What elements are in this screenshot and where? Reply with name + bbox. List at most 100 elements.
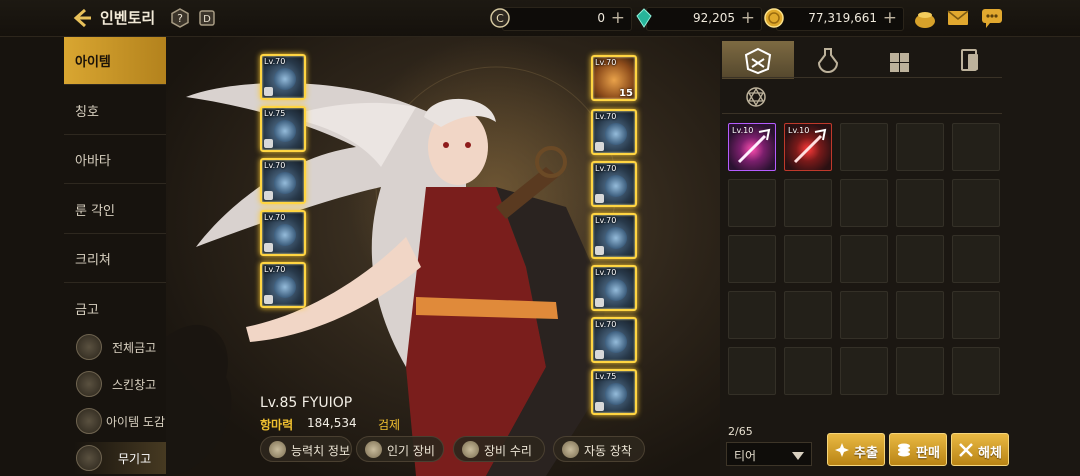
c-coin-icon: C <box>490 8 510 28</box>
button-label: 추출 <box>854 446 878 461</box>
empty-inventory-slot[interactable] <box>840 179 888 227</box>
button-label: 자동 장착 <box>584 444 632 458</box>
equip-level: Lv.70 <box>264 213 286 222</box>
equip-slot-right-2[interactable]: Lv.70 <box>591 109 637 155</box>
sidebar-item-avatar[interactable]: 아바타 <box>64 136 166 184</box>
gear-icon <box>605 383 627 405</box>
subitem-all-vault[interactable]: 전체금고 <box>76 334 176 364</box>
equip-slot-left-3[interactable]: Lv.70 <box>260 158 306 204</box>
sidebar-item-rune-engrave[interactable]: 룬 각인 <box>64 186 166 234</box>
equip-level: Lv.70 <box>595 112 617 121</box>
svg-text:?: ? <box>177 12 183 25</box>
equip-slot-right-4[interactable]: Lv.70 <box>591 213 637 259</box>
stats-info-button[interactable]: 능력치 정보 <box>260 436 352 462</box>
lock-icon <box>264 139 273 148</box>
item-level: Lv.10 <box>732 126 754 135</box>
tab-divider <box>722 77 1002 78</box>
empty-inventory-slot[interactable] <box>896 123 944 171</box>
equip-slot-weapon[interactable]: Lv.70 15 <box>591 55 637 101</box>
add-currency-gold-button[interactable]: + <box>883 8 897 28</box>
select-value: 티어 <box>734 449 757 463</box>
sidebar-item-label: 칭호 <box>75 105 99 120</box>
lock-icon <box>595 142 604 151</box>
empty-inventory-slot[interactable] <box>952 291 1000 339</box>
equip-slot-left-4[interactable]: Lv.70 <box>260 210 306 256</box>
tab-material[interactable] <box>862 41 934 79</box>
empty-inventory-slot[interactable] <box>784 235 832 283</box>
button-label: 장비 수리 <box>484 444 532 458</box>
auto-equip-button[interactable]: 자동 장착 <box>553 436 645 462</box>
inventory-item[interactable]: Lv.10 <box>728 123 776 171</box>
sidebar-item-label: 금고 <box>75 303 99 318</box>
tab-consumable[interactable] <box>792 41 864 79</box>
popular-gear-button[interactable]: 인기 장비 <box>356 436 444 462</box>
empty-inventory-slot[interactable] <box>840 347 888 395</box>
top-bar: 인벤토리 ? D C 0 + 92,205 + 77,319,661 + <box>0 0 1080 37</box>
sell-button[interactable]: 판매 <box>889 433 947 466</box>
equip-slot-right-5[interactable]: Lv.70 <box>591 265 637 311</box>
vault-icon <box>76 334 102 360</box>
empty-inventory-slot[interactable] <box>952 347 1000 395</box>
empty-inventory-slot[interactable] <box>896 291 944 339</box>
disassemble-icon <box>959 443 973 457</box>
tier-filter-select[interactable]: 티어 <box>726 442 812 466</box>
gold-pot-icon[interactable] <box>913 7 937 29</box>
empty-inventory-slot[interactable] <box>840 123 888 171</box>
sidebar-item-label: 크리쳐 <box>75 253 111 268</box>
subitem-armory[interactable]: 무기고 <box>76 445 176 475</box>
empty-inventory-slot[interactable] <box>784 179 832 227</box>
help-hex-icon[interactable]: ? <box>170 8 190 28</box>
equip-slot-right-7[interactable]: Lv.75 <box>591 369 637 415</box>
equip-level: Lv.75 <box>595 372 617 381</box>
character-class: 검제 <box>378 418 401 432</box>
equip-slot-right-6[interactable]: Lv.70 <box>591 317 637 363</box>
empty-inventory-slot[interactable] <box>784 347 832 395</box>
inventory-panel: Lv.10 Lv.10 2/65 티어 추출 판매 해체 <box>720 37 1080 476</box>
empty-inventory-slot[interactable] <box>952 179 1000 227</box>
gear-icon <box>274 68 296 90</box>
back-arrow-icon[interactable] <box>70 6 94 30</box>
character-name: Lv.85 FYUIOP <box>260 395 353 411</box>
empty-inventory-slot[interactable] <box>896 235 944 283</box>
empty-inventory-slot[interactable] <box>952 123 1000 171</box>
empty-inventory-slot[interactable] <box>952 235 1000 283</box>
mail-icon[interactable] <box>946 7 970 29</box>
tab-equipment[interactable] <box>722 41 794 79</box>
empty-inventory-slot[interactable] <box>896 179 944 227</box>
empty-inventory-slot[interactable] <box>728 179 776 227</box>
sidebar-item-vault[interactable]: 금고 <box>64 285 166 333</box>
chat-icon[interactable] <box>980 7 1004 29</box>
empty-inventory-slot[interactable] <box>840 235 888 283</box>
sidebar-item-creature[interactable]: 크리쳐 <box>64 235 166 283</box>
empty-inventory-slot[interactable] <box>784 291 832 339</box>
equip-level: Lv.70 <box>595 320 617 329</box>
empty-inventory-slot[interactable] <box>728 347 776 395</box>
d-hex-icon[interactable]: D <box>197 8 217 28</box>
equip-slot-left-2[interactable]: Lv.75 <box>260 106 306 152</box>
equip-slot-right-3[interactable]: Lv.70 <box>591 161 637 207</box>
rune-tab-icon[interactable] <box>744 85 768 109</box>
repair-gear-button[interactable]: 장비 수리 <box>453 436 545 462</box>
equip-slot-left-1[interactable]: Lv.70 <box>260 54 306 100</box>
extract-button[interactable]: 추출 <box>827 433 885 466</box>
sidebar-item-label: 룬 각인 <box>75 204 116 219</box>
inventory-slot-count: 2/65 <box>728 425 753 438</box>
inventory-item[interactable]: Lv.10 <box>784 123 832 171</box>
empty-inventory-slot[interactable] <box>728 291 776 339</box>
popular-icon <box>365 441 382 458</box>
empty-inventory-slot[interactable] <box>728 235 776 283</box>
subitem-skin-storage[interactable]: 스킨창고 <box>76 371 176 401</box>
equip-level: Lv.70 <box>595 216 617 225</box>
currency-gem-value: 92,205 <box>693 11 735 25</box>
empty-inventory-slot[interactable] <box>896 347 944 395</box>
add-currency-c-button[interactable]: + <box>611 8 625 28</box>
disassemble-button[interactable]: 해체 <box>951 433 1009 466</box>
tab-card[interactable] <box>932 41 1004 79</box>
empty-inventory-slot[interactable] <box>840 291 888 339</box>
sidebar-item-titles[interactable]: 칭호 <box>64 87 166 135</box>
subitem-item-codex[interactable]: 아이템 도감 <box>76 408 176 438</box>
sidebar-item-items[interactable]: 아이템 <box>64 37 166 85</box>
equip-slot-left-5[interactable]: Lv.70 <box>260 262 306 308</box>
add-currency-gem-button[interactable]: + <box>741 8 755 28</box>
gear-icon <box>274 276 296 298</box>
